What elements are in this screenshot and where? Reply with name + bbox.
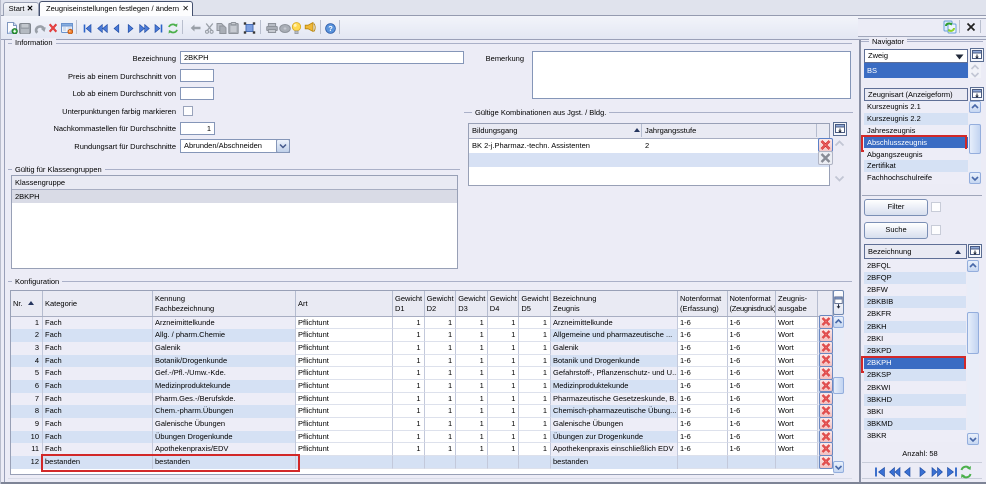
svg-text:?: ? bbox=[328, 24, 333, 33]
